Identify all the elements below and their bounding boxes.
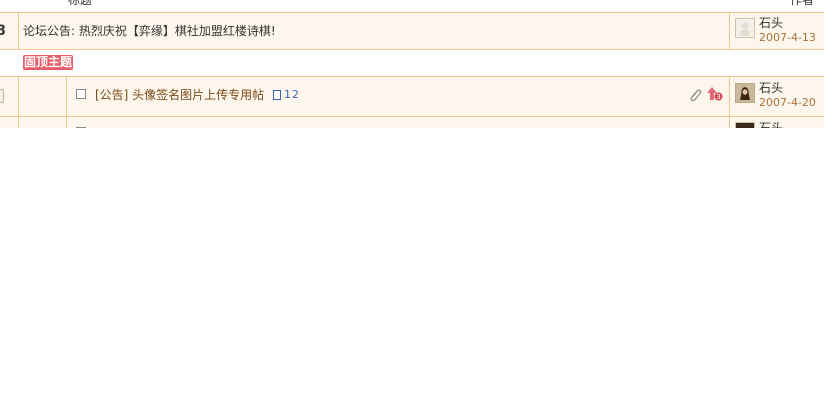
default-avatar-icon[interactable] bbox=[735, 18, 755, 38]
hot-up-arrow-icon: 3 bbox=[706, 86, 724, 106]
document-page-icon bbox=[273, 90, 281, 100]
divider bbox=[729, 77, 730, 116]
divider bbox=[729, 117, 730, 128]
post-date: 2007-4-13 bbox=[759, 31, 816, 44]
paperclip-icon bbox=[688, 87, 702, 107]
status-icon: 8 bbox=[0, 23, 6, 39]
divider bbox=[18, 77, 19, 116]
divider bbox=[66, 117, 67, 128]
topic-select-checkbox[interactable] bbox=[76, 127, 86, 128]
divider bbox=[18, 117, 19, 128]
announcement-link[interactable]: 论坛公告: 热烈庆祝【弈缘】棋社加盟红楼诗棋! bbox=[23, 24, 276, 38]
divider bbox=[18, 13, 19, 49]
topic-title-link[interactable]: [公告] 头像签名图片上传专用帖 bbox=[95, 88, 264, 102]
author-link[interactable]: 石头 bbox=[759, 16, 783, 30]
page-1-link[interactable]: 1 bbox=[284, 88, 291, 102]
svg-text:3: 3 bbox=[716, 93, 720, 101]
sticky-section-label: 固顶主题 bbox=[23, 55, 74, 70]
list-header: 标题 作者 bbox=[0, 0, 824, 6]
sticky-section-row: 固顶主题 bbox=[0, 50, 824, 76]
author-link[interactable]: 石头 bbox=[759, 121, 783, 128]
row-toggle-button[interactable] bbox=[0, 89, 4, 103]
topic-row: 石头 bbox=[0, 117, 824, 128]
title-column-header: 标题 bbox=[68, 0, 93, 7]
author-column-header: 作者 bbox=[790, 0, 815, 7]
divider bbox=[66, 77, 67, 116]
forum-thread-list: 标题 作者 8 论坛公告: 热烈庆祝【弈缘】棋社加盟红楼诗棋! 石头 2007-… bbox=[0, 0, 824, 128]
announcement-row: 8 论坛公告: 热烈庆祝【弈缘】棋社加盟红楼诗棋! 石头 2007-4-13 bbox=[0, 13, 824, 49]
user-avatar-icon[interactable] bbox=[735, 122, 755, 128]
author-link[interactable]: 石头 bbox=[759, 81, 783, 95]
topic-row: [公告] 头像签名图片上传专用帖 1 2 3 石头 2007-4-20 bbox=[0, 77, 824, 116]
page-2-link[interactable]: 2 bbox=[292, 88, 299, 102]
post-date: 2007-4-20 bbox=[759, 96, 816, 109]
user-avatar-icon[interactable] bbox=[735, 83, 755, 103]
topic-select-checkbox[interactable] bbox=[76, 89, 86, 99]
divider bbox=[729, 13, 730, 49]
